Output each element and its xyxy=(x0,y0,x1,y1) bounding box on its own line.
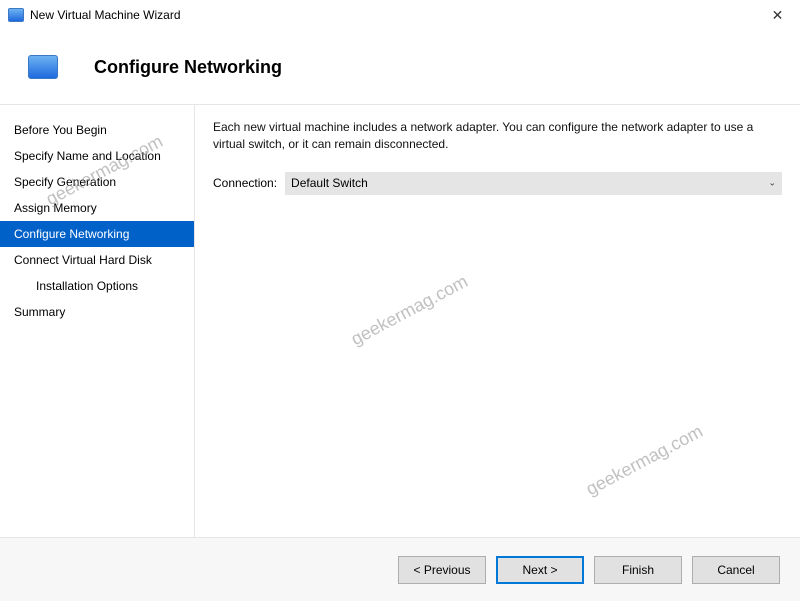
sidebar-item-4[interactable]: Configure Networking xyxy=(0,221,194,247)
wizard-content: Each new virtual machine includes a netw… xyxy=(195,105,800,537)
finish-button[interactable]: Finish xyxy=(594,556,682,584)
close-button[interactable]: ✕ xyxy=(755,1,800,29)
connection-row: Connection: Default Switch ⌄ xyxy=(213,172,782,195)
title-bar: New Virtual Machine Wizard ✕ xyxy=(0,0,800,30)
wizard-header: Configure Networking xyxy=(0,30,800,105)
wizard-icon xyxy=(28,55,58,79)
sidebar-item-0[interactable]: Before You Begin xyxy=(0,117,194,143)
previous-button[interactable]: < Previous xyxy=(398,556,486,584)
app-icon xyxy=(8,8,24,22)
button-bar: < Previous Next > Finish Cancel xyxy=(0,537,800,601)
close-icon: ✕ xyxy=(772,7,784,24)
connection-label: Connection: xyxy=(213,176,277,190)
sidebar-item-7[interactable]: Summary xyxy=(0,299,194,325)
sidebar-item-3[interactable]: Assign Memory xyxy=(0,195,194,221)
sidebar-item-1[interactable]: Specify Name and Location xyxy=(0,143,194,169)
sidebar-item-5[interactable]: Connect Virtual Hard Disk xyxy=(0,247,194,273)
connection-dropdown[interactable]: Default Switch ⌄ xyxy=(285,172,782,195)
sidebar-item-2[interactable]: Specify Generation xyxy=(0,169,194,195)
chevron-down-icon: ⌄ xyxy=(768,178,776,189)
page-title: Configure Networking xyxy=(94,57,282,78)
wizard-sidebar: Before You BeginSpecify Name and Locatio… xyxy=(0,105,195,537)
wizard-body: Before You BeginSpecify Name and Locatio… xyxy=(0,105,800,537)
connection-selected-value: Default Switch xyxy=(291,176,368,190)
sidebar-item-6[interactable]: Installation Options xyxy=(0,273,194,299)
next-button[interactable]: Next > xyxy=(496,556,584,584)
cancel-button[interactable]: Cancel xyxy=(692,556,780,584)
window-title: New Virtual Machine Wizard xyxy=(30,8,755,22)
instruction-text: Each new virtual machine includes a netw… xyxy=(213,119,782,154)
